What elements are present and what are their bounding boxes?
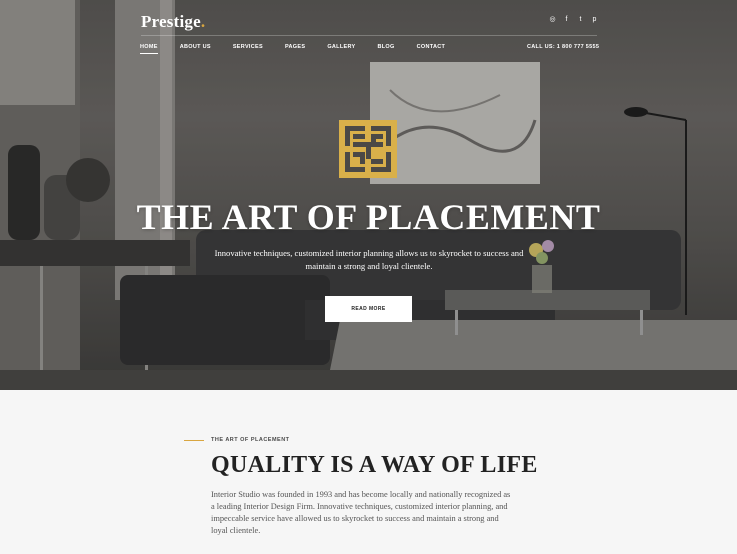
eyebrow-accent-line [184, 440, 204, 441]
nav-item-about-us[interactable]: ABOUT US [180, 44, 211, 54]
nav-item-gallery[interactable]: GALLERY [327, 44, 355, 54]
main-nav: HOME ABOUT US SERVICES PAGES GALLERY BLO… [140, 44, 445, 54]
nav-item-contact[interactable]: CONTACT [417, 44, 446, 54]
nav-item-blog[interactable]: BLOG [378, 44, 395, 54]
nav-item-services[interactable]: SERVICES [233, 44, 263, 54]
intro-body: Interior Studio was founded in 1993 and … [211, 490, 511, 535]
intro-section: THE ART OF PLACEMENT QUALITY IS A WAY OF… [0, 390, 737, 554]
intro-title: QUALITY IS A WAY OF LIFE [211, 452, 538, 478]
hero-section: Prestige. ◎ f t p HOME ABOUT US SERVICES… [0, 0, 737, 390]
maze-emblem-icon [339, 120, 397, 178]
call-us-phone[interactable]: CALL US: 1 800 777 5555 [527, 44, 599, 50]
site-logo[interactable]: Prestige. [141, 12, 205, 32]
social-links: ◎ f t p [549, 16, 598, 24]
hero-overlay [0, 0, 737, 390]
logo-text: Prestige [141, 12, 201, 31]
nav-divider [141, 35, 597, 36]
hero-title: THE ART OF PLACEMENT [136, 197, 601, 237]
nav-item-home[interactable]: HOME [140, 44, 158, 54]
intro-eyebrow: THE ART OF PLACEMENT [211, 437, 290, 443]
hero-subtitle: Innovative techniques, customized interi… [214, 248, 524, 271]
facebook-icon[interactable]: f [563, 16, 570, 24]
twitter-icon[interactable]: t [577, 16, 584, 24]
nav-item-pages[interactable]: PAGES [285, 44, 305, 54]
read-more-button[interactable]: READ MORE [325, 296, 412, 322]
logo-dot: . [200, 12, 206, 31]
pinterest-icon[interactable]: p [591, 16, 598, 24]
instagram-icon[interactable]: ◎ [549, 16, 556, 24]
